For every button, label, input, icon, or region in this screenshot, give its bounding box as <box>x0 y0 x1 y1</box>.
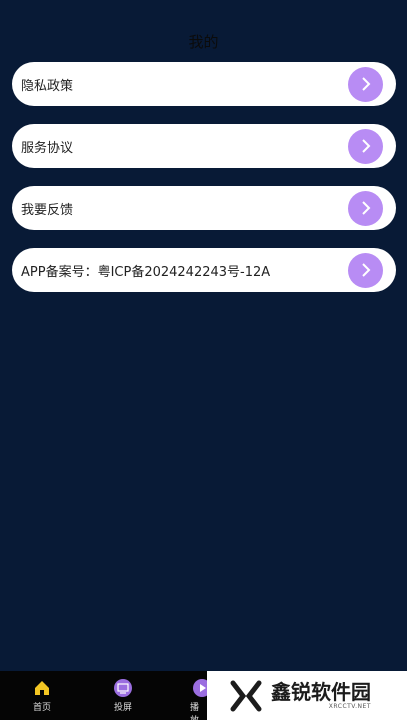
tab-home[interactable]: 首页 <box>12 671 72 720</box>
chevron-right-icon <box>348 252 383 288</box>
chevron-right-icon <box>348 66 383 102</box>
page-title: 我的 <box>188 33 219 51</box>
watermark-name: 鑫锐软件园 <box>271 680 371 704</box>
tab-play[interactable]: 播放 <box>172 671 207 720</box>
chevron-right-icon <box>348 190 383 226</box>
screen-cast-icon <box>114 679 132 697</box>
menu-item-label: APP备案号：粤ICP备2024242243号-12A <box>21 264 271 280</box>
menu-item-label: 隐私政策 <box>21 78 74 94</box>
menu-item-label: 服务协议 <box>21 140 74 156</box>
icp-record-item[interactable]: APP备案号：粤ICP备2024242243号-12A <box>12 248 396 292</box>
tab-label: 播放 <box>190 703 200 720</box>
service-agreement-item[interactable]: 服务协议 <box>12 124 396 168</box>
menu-item-label: 我要反馈 <box>21 202 74 218</box>
tab-screen-cast[interactable]: 投屏 <box>93 671 153 720</box>
watermark-logo <box>230 680 262 711</box>
tab-label: 首页 <box>32 703 51 713</box>
privacy-policy-item[interactable]: 隐私政策 <box>12 62 396 106</box>
tab-label: 投屏 <box>113 703 132 713</box>
chevron-right-icon <box>348 128 383 164</box>
play-icon <box>193 679 207 697</box>
watermark: 鑫锐软件园 XRCCTV.NET <box>207 671 407 720</box>
feedback-item[interactable]: 我要反馈 <box>12 186 396 230</box>
watermark-site: XRCCTV.NET <box>328 703 371 710</box>
home-icon <box>33 679 51 697</box>
